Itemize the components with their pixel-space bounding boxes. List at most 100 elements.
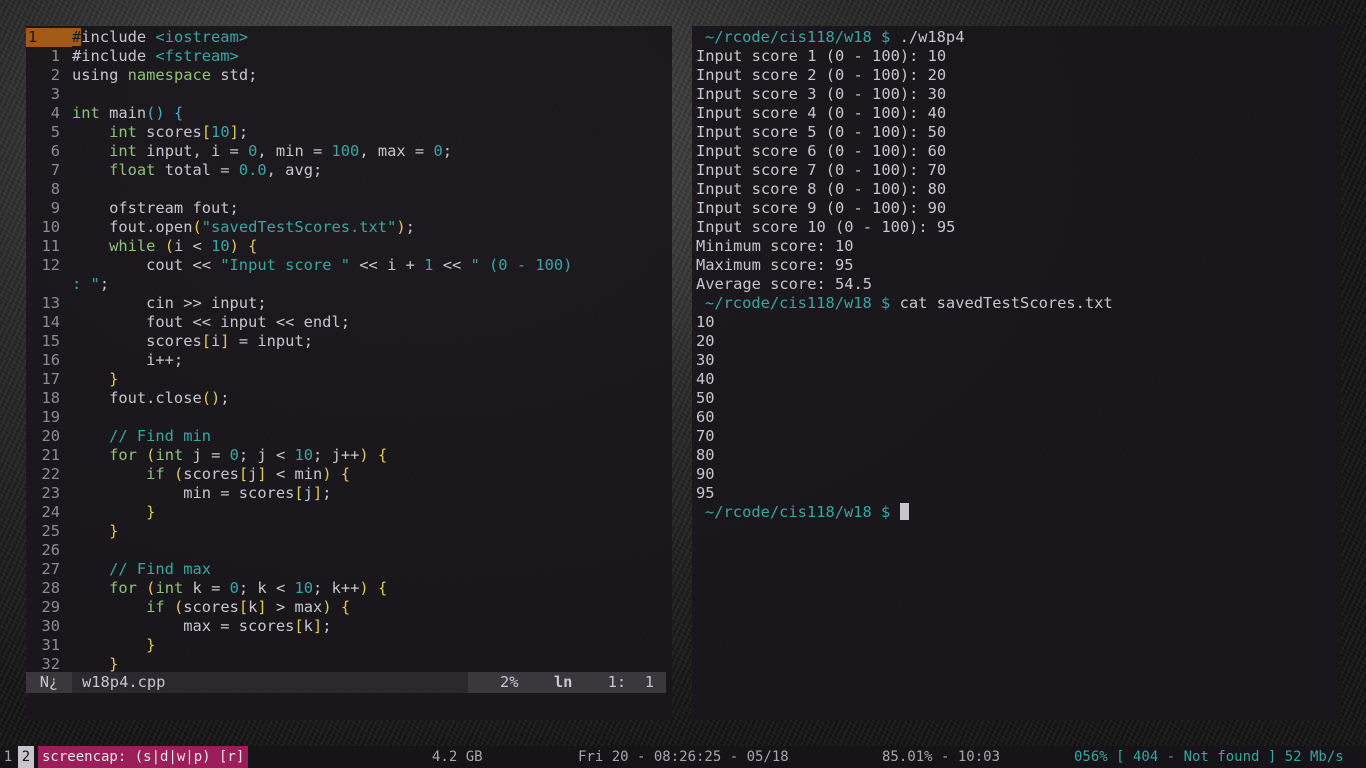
code-token: [ — [238, 465, 249, 483]
code-line[interactable]: 1 #include <fstream> — [26, 47, 672, 66]
shell-prompt: ~/rcode/cis118/w18 $ — [705, 28, 900, 46]
code-buffer[interactable]: 1 #include <iostream> 1 #include <fstream> 2… — [26, 28, 672, 674]
code-line[interactable]: 6 int input, i = 0, min = 100, max = 0; — [26, 142, 672, 161]
code-token: // Find max — [109, 560, 212, 578]
code-token: j — [303, 484, 313, 502]
shell-command: cat savedTestScores.txt — [899, 294, 1113, 312]
workspace-1-button[interactable]: 1 — [0, 746, 16, 768]
code-line[interactable]: 24 } — [26, 503, 672, 522]
code-line[interactable]: 19 — [26, 408, 672, 427]
workspace-2-button[interactable]: 2 — [18, 746, 34, 768]
code-token: 10 — [294, 446, 314, 464]
terminal-prompt-line: ~/rcode/cis118/w18 $ — [692, 503, 1113, 522]
terminal-output-line: Input score 9 (0 - 100): 90 — [692, 199, 1113, 218]
code-token: ) — [322, 598, 332, 616]
screencap-indicator[interactable]: screencap: (s|d|w|p) [r] — [38, 746, 249, 768]
output-text: 20 — [696, 332, 715, 350]
code-token: ] — [257, 598, 267, 616]
terminal-output[interactable]: ~/rcode/cis118/w18 $ ./w18p4 Input score … — [692, 28, 1113, 522]
code-text: ofstream fout; — [72, 199, 672, 218]
code-token: "savedTestScores.txt" — [201, 218, 397, 236]
code-token: ] — [229, 123, 239, 141]
code-token: " (0 - 100) — [470, 256, 573, 274]
code-text: fout.close(); — [72, 389, 672, 408]
code-token: fout.open — [72, 218, 193, 236]
vim-statusline: N¿ w18p4.cpp 2% ln 1: 1 — [26, 672, 666, 693]
code-line[interactable]: 2 using namespace std; — [26, 66, 672, 85]
shell-prompt: ~/rcode/cis118/w18 $ — [705, 503, 900, 521]
terminal-output-line: Input score 8 (0 - 100): 80 — [692, 180, 1113, 199]
code-token: () — [201, 389, 221, 407]
line-number: 4 — [50, 104, 60, 122]
code-token: [ — [238, 598, 249, 616]
code-line[interactable]: 30 max = scores[k]; — [26, 617, 672, 636]
vim-editor-window[interactable]: 1 #include <iostream> 1 #include <fstream> 2… — [26, 26, 672, 720]
code-token: , avg; — [266, 161, 323, 179]
code-line[interactable]: 28 for (int k = 0; k < 10; k++) { — [26, 579, 672, 598]
output-text: 30 — [696, 351, 715, 369]
code-line[interactable]: 16 i++; — [26, 351, 672, 370]
code-token: { — [340, 598, 351, 616]
terminal-cursor[interactable] — [899, 503, 909, 520]
code-line[interactable]: 5 int scores[10]; — [26, 123, 672, 142]
line-number: 14 — [41, 313, 60, 331]
code-line[interactable]: 21 for (int j = 0; j < 10; j++) { — [26, 446, 672, 465]
code-token: min = scores — [72, 484, 295, 502]
code-token: } — [109, 522, 119, 540]
code-token: cin >> input; — [72, 294, 267, 312]
code-line[interactable]: 15 scores[i] = input; — [26, 332, 672, 351]
code-line[interactable]: 13 cin >> input; — [26, 294, 672, 313]
terminal-output-line: 10 — [692, 313, 1113, 332]
terminal-window[interactable]: ~/rcode/cis118/w18 $ ./w18p4 Input score … — [692, 26, 1341, 720]
code-line[interactable]: 27 // Find max — [26, 560, 672, 579]
code-token: ] — [257, 465, 267, 483]
code-token: } — [109, 655, 119, 673]
line-number: 31 — [41, 636, 60, 654]
code-line[interactable]: 20 // Find min — [26, 427, 672, 446]
code-token: ] — [220, 332, 230, 350]
code-line[interactable]: 23 min = scores[j]; — [26, 484, 672, 503]
code-token: } — [146, 636, 156, 654]
code-line[interactable]: 26 — [26, 541, 672, 560]
code-text: } — [72, 636, 672, 655]
code-line[interactable]: 14 fout << input << endl; — [26, 313, 672, 332]
line-number: 3 — [50, 85, 60, 103]
code-line[interactable]: 17 } — [26, 370, 672, 389]
system-status-bar: 1 2 screencap: (s|d|w|p) [r] 4.2 GB Fri … — [0, 746, 1366, 768]
terminal-output-line: 90 — [692, 465, 1113, 484]
code-token: total = — [155, 161, 239, 179]
code-text: max = scores[k]; — [72, 617, 672, 636]
code-token: { — [377, 446, 388, 464]
terminal-output-line: 60 — [692, 408, 1113, 427]
line-number: 13 — [41, 294, 60, 312]
code-line[interactable]: 22 if (scores[j] < min) { — [26, 465, 672, 484]
terminal-output-line: Minimum score: 10 — [692, 237, 1113, 256]
terminal-output-line: 30 — [692, 351, 1113, 370]
code-line[interactable]: 29 if (scores[k] > max) { — [26, 598, 672, 617]
code-token: // Find min — [109, 427, 212, 445]
code-text: #include <iostream> — [72, 28, 672, 47]
code-line[interactable]: 7 float total = 0.0, avg; — [26, 161, 672, 180]
code-line[interactable]: 25 } — [26, 522, 672, 541]
code-line[interactable]: 3 — [26, 85, 672, 104]
code-line[interactable]: 9 ofstream fout; — [26, 199, 672, 218]
code-line[interactable]: : "; — [26, 275, 672, 294]
line-number: 17 — [41, 370, 60, 388]
code-token: i < — [173, 237, 212, 255]
code-line[interactable]: 31 } — [26, 636, 672, 655]
code-line[interactable]: 11 while (i < 10) { — [26, 237, 672, 256]
code-line[interactable]: 18 fout.close(); — [26, 389, 672, 408]
code-line[interactable]: 10 fout.open("savedTestScores.txt"); — [26, 218, 672, 237]
code-line[interactable]: 12 cout << "Input score " << i + 1 << " … — [26, 256, 672, 275]
code-token: if — [146, 598, 165, 616]
terminal-output-line: Input score 4 (0 - 100): 40 — [692, 104, 1113, 123]
code-line[interactable]: 8 — [26, 180, 672, 199]
code-line[interactable]: 4 int main() { — [26, 104, 672, 123]
code-text: fout.open("savedTestScores.txt"); — [72, 218, 672, 237]
code-line[interactable]: 1 #include <iostream> — [26, 28, 672, 47]
